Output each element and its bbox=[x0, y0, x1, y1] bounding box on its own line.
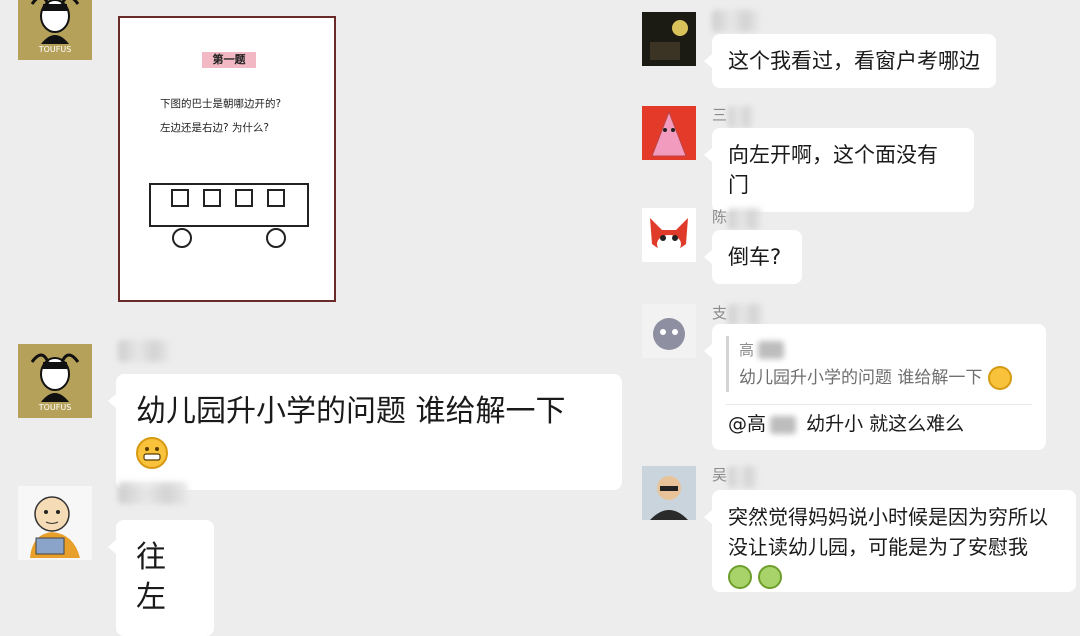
message-text-line-2: 没让读幼儿园，可能是为了安慰我 bbox=[728, 535, 1028, 559]
sender-name-initial: 吴 bbox=[712, 466, 728, 484]
crying-emoji-icon bbox=[728, 564, 752, 589]
question-image[interactable]: 第一题 下图的巴士是朝哪边开的? 左边还是右边? 为什么? bbox=[118, 16, 336, 302]
crying-emoji-icon bbox=[758, 564, 783, 589]
sender-name-initial: 陈 bbox=[712, 208, 728, 226]
message-text: 幼儿园升小学的问题 谁给解一下 bbox=[136, 394, 566, 429]
user-avatar[interactable] bbox=[642, 304, 696, 358]
message-bubble[interactable]: 倒车? bbox=[704, 230, 802, 284]
sender-name-blurred bbox=[118, 482, 188, 504]
mention-tag[interactable]: @高 bbox=[728, 413, 766, 435]
message-text: 往左 bbox=[136, 540, 166, 615]
question-title: 第一题 bbox=[202, 52, 256, 68]
user-avatar[interactable] bbox=[642, 106, 696, 160]
quoted-sender-name: 高 bbox=[739, 341, 755, 359]
user-avatar[interactable]: TOUFUS bbox=[18, 344, 92, 418]
emoji-row bbox=[728, 560, 1060, 590]
name-blur bbox=[758, 341, 785, 359]
message-bubble[interactable]: 幼儿园升小学的问题 谁给解一下 bbox=[108, 374, 622, 490]
user-avatar[interactable]: TOUFUS bbox=[18, 0, 92, 60]
sender-name-initial: 支 bbox=[712, 304, 728, 322]
user-avatar[interactable] bbox=[642, 12, 696, 66]
sender-name-initial: 三 bbox=[712, 106, 728, 124]
quoted-message[interactable]: 高 幼儿园升小学的问题 谁给解一下 bbox=[726, 336, 1041, 392]
message-text: 这个我看过，看窗户考哪边 bbox=[728, 49, 980, 73]
sender-name-blurred bbox=[728, 304, 764, 326]
user-avatar[interactable] bbox=[642, 208, 696, 262]
message-bubble[interactable]: 往左 bbox=[108, 520, 214, 636]
reply-text-line: @高 幼升小 就这么难么 bbox=[728, 410, 964, 438]
user-avatar[interactable] bbox=[642, 466, 696, 520]
reply-text: 幼升小 就这么难么 bbox=[806, 413, 965, 435]
grinning-emoji-icon bbox=[136, 436, 168, 469]
message-text-line-1: 突然觉得妈妈说小时候是因为穷所以 bbox=[728, 505, 1048, 529]
sender-name-blurred bbox=[728, 106, 754, 128]
left-chat-column: TOUFUS 第一题 下图的巴士是朝哪边开的? 左边还是右边? 为什么? TOU… bbox=[0, 0, 640, 636]
sender-name-blurred bbox=[728, 208, 762, 230]
sender-name-blurred bbox=[728, 466, 758, 488]
message-bubble[interactable]: 这个我看过，看窗户考哪边 bbox=[704, 34, 996, 88]
avatar-label: TOUFUS bbox=[38, 403, 72, 412]
quote-divider bbox=[726, 404, 1032, 405]
question-line-2: 左边还是右边? 为什么? bbox=[160, 122, 269, 134]
sender-name-blurred bbox=[118, 340, 170, 362]
bus-drawing bbox=[149, 183, 309, 248]
right-chat-column: 这个我看过，看窗户考哪边 三 向左开啊，这个面没有门 陈 倒车? 支 高 幼儿园… bbox=[630, 0, 1080, 597]
question-line-1: 下图的巴士是朝哪边开的? bbox=[160, 98, 282, 110]
message-bubble[interactable]: 向左开啊，这个面没有门 bbox=[704, 128, 974, 212]
reply-message-bubble[interactable]: 高 幼儿园升小学的问题 谁给解一下 @高 幼升小 就这么难么 bbox=[704, 324, 1046, 450]
message-text: 倒车? bbox=[728, 245, 782, 269]
message-text: 向左开啊，这个面没有门 bbox=[728, 143, 938, 197]
avatar-label: TOUFUS bbox=[38, 45, 72, 54]
sender-name-blurred bbox=[712, 10, 760, 32]
grinning-emoji-icon bbox=[987, 366, 1012, 390]
mention-blur bbox=[770, 415, 797, 434]
message-bubble[interactable]: 突然觉得妈妈说小时候是因为穷所以 没让读幼儿园，可能是为了安慰我 bbox=[704, 490, 1076, 592]
quoted-text: 幼儿园升小学的问题 谁给解一下 bbox=[739, 368, 983, 388]
user-avatar[interactable] bbox=[18, 486, 92, 560]
